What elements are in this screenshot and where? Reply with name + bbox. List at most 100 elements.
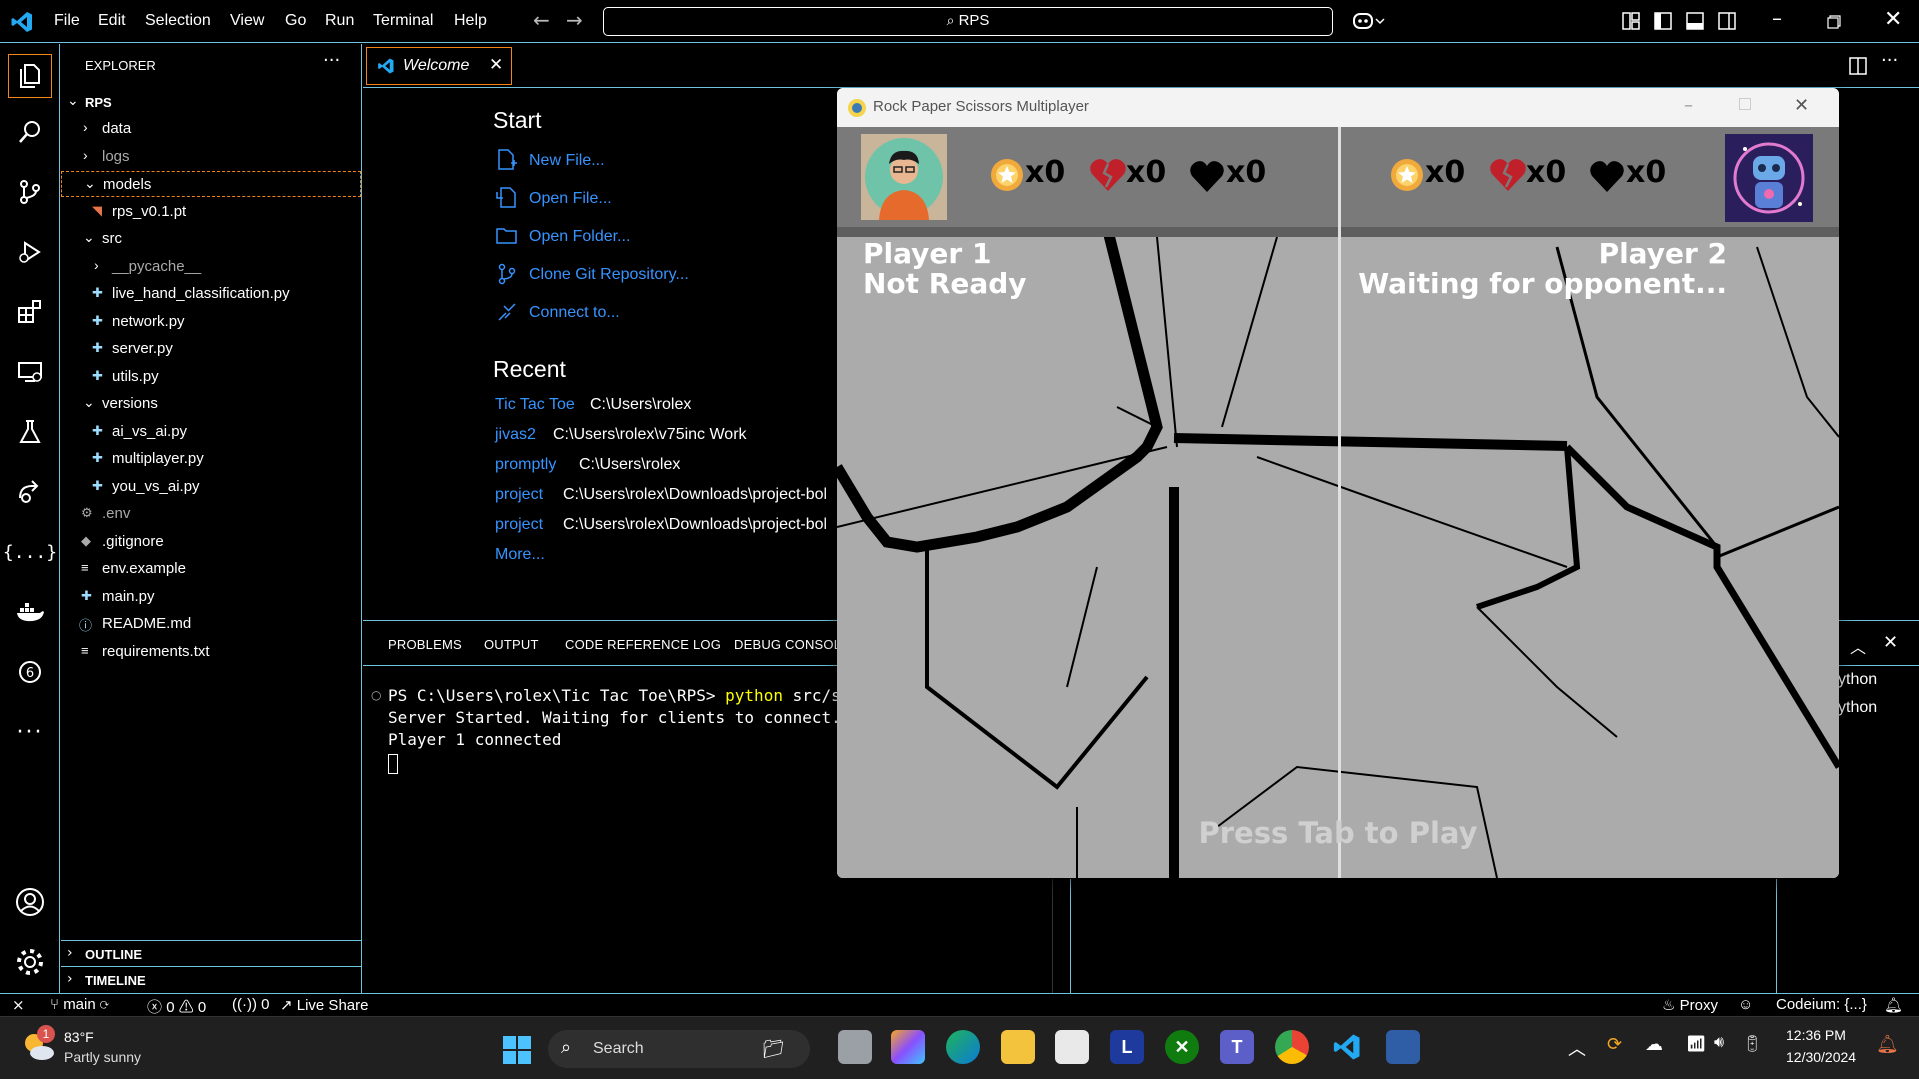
tab-problems[interactable]: PROBLEMS: [388, 637, 462, 652]
accounts-icon[interactable]: [12, 884, 48, 920]
minimize-icon[interactable]: –: [1772, 6, 1782, 30]
source-control-icon[interactable]: [12, 174, 48, 210]
json-braces-icon[interactable]: {...}: [3, 534, 57, 570]
toggle-panel-icon[interactable]: [1686, 12, 1704, 30]
tree-item-main[interactable]: ✚ main.py: [61, 584, 361, 610]
close-tab-icon[interactable]: ✕: [489, 55, 503, 75]
notifications-bell-icon[interactable]: 🔔︎: [1884, 996, 1903, 1014]
workspace-root[interactable]: ⌄ RPS: [61, 89, 361, 115]
customize-layout-icon[interactable]: [1622, 12, 1640, 30]
outline-section[interactable]: › OUTLINE: [61, 940, 361, 966]
xbox-icon[interactable]: ✕: [1165, 1030, 1199, 1064]
tree-item-server[interactable]: ✚ server.py: [61, 336, 361, 362]
recent-item-name[interactable]: Tic Tac Toe: [495, 396, 575, 414]
tree-item-src[interactable]: ⌄ src: [61, 226, 361, 252]
volume-icon[interactable]: 🔊︎: [1714, 1034, 1724, 1052]
settings-gear-icon[interactable]: [12, 944, 48, 980]
menu-terminal[interactable]: Terminal: [373, 12, 433, 30]
game-close-icon[interactable]: ✕: [1794, 95, 1809, 116]
close-panel-icon[interactable]: ✕: [1883, 632, 1898, 653]
restore-icon[interactable]: [1827, 15, 1841, 29]
search-activity-icon[interactable]: [12, 114, 48, 150]
clock-date[interactable]: 12/30/2024: [1786, 1049, 1856, 1065]
tree-item-multiplayer[interactable]: ✚ multiplayer.py: [61, 446, 361, 472]
ports-indicator[interactable]: ((·)) 0: [232, 996, 270, 1013]
menu-file[interactable]: File: [54, 12, 80, 30]
copilot-status-icon[interactable]: ☺: [1738, 996, 1753, 1013]
recent-item-name[interactable]: jivas2: [495, 426, 536, 444]
menu-go[interactable]: Go: [285, 12, 306, 30]
menu-help[interactable]: Help: [454, 12, 487, 30]
new-file-link[interactable]: New File...: [529, 152, 605, 170]
vscode-taskbar-icon[interactable]: [1330, 1030, 1364, 1064]
tree-item-versions[interactable]: ⌄ versions: [61, 391, 361, 417]
recent-more-link[interactable]: More...: [495, 546, 545, 564]
edge-browser-icon[interactable]: [946, 1030, 980, 1064]
tree-item-network[interactable]: ✚ network.py: [61, 309, 361, 335]
codeium-icon[interactable]: 6: [12, 654, 48, 690]
tab-welcome[interactable]: Welcome ✕: [366, 47, 512, 85]
tree-item-models[interactable]: ⌄ models: [61, 171, 361, 197]
testing-flask-icon[interactable]: [12, 414, 48, 450]
recent-item-name[interactable]: project: [495, 486, 543, 504]
tree-item-logs[interactable]: › logs: [61, 144, 361, 170]
tab-output[interactable]: OUTPUT: [484, 637, 539, 652]
codeium-status[interactable]: Codeium: {...}: [1776, 996, 1867, 1013]
timeline-section[interactable]: › TIMELINE: [61, 966, 361, 992]
more-views-icon[interactable]: ···: [12, 714, 48, 750]
connect-to-link[interactable]: Connect to...: [529, 304, 620, 322]
tab-debug-console[interactable]: DEBUG CONSOLE: [734, 637, 850, 652]
l-app-icon[interactable]: L: [1110, 1030, 1144, 1064]
close-window-icon[interactable]: ✕: [1884, 7, 1902, 32]
terminal-list-item[interactable]: ython: [1838, 699, 1877, 717]
forward-arrow-icon[interactable]: →: [566, 8, 583, 32]
weather-widget[interactable]: 1: [20, 1025, 60, 1065]
proxy-indicator[interactable]: ♨ Proxy: [1662, 996, 1718, 1014]
microsoft-store-icon[interactable]: [1055, 1030, 1089, 1064]
split-editor-icon[interactable]: [1849, 57, 1867, 75]
terminal-cursor[interactable]: [388, 754, 398, 774]
teams-icon[interactable]: T: [1220, 1030, 1254, 1064]
battery-icon[interactable]: 🔋︎: [1742, 1034, 1762, 1054]
tree-item-rps-model[interactable]: ◥ rps_v0.1.pt: [61, 199, 361, 225]
explorer-more-actions-icon[interactable]: ···: [323, 50, 340, 71]
show-hidden-icons-chevron-icon[interactable]: ︿: [1568, 1035, 1586, 1061]
problems-indicator[interactable]: ⓧ 0 ⚠ 0: [147, 996, 206, 1017]
editor-more-actions-icon[interactable]: ···: [1881, 50, 1898, 71]
tree-item-data[interactable]: › data: [61, 116, 361, 142]
tree-item-live-hand[interactable]: ✚ live_hand_classification.py: [61, 281, 361, 307]
copilot-app-icon[interactable]: [891, 1030, 925, 1064]
notification-bell-icon[interactable]: 🔔︎: [1876, 1034, 1899, 1055]
tree-item-ai-vs-ai[interactable]: ✚ ai_vs_ai.py: [61, 419, 361, 445]
sync-tray-icon[interactable]: ⟳: [1607, 1034, 1622, 1055]
menu-view[interactable]: View: [230, 12, 264, 30]
tree-item-env[interactable]: ⚙ .env: [61, 501, 361, 527]
taskbar-search-box[interactable]: ⌕ Search 📁︎: [548, 1030, 810, 1068]
open-folder-link[interactable]: Open Folder...: [529, 228, 630, 246]
live-share-activity-icon[interactable]: [12, 474, 48, 510]
python-app-icon[interactable]: [1386, 1030, 1420, 1064]
chrome-icon[interactable]: [1275, 1030, 1309, 1064]
back-arrow-icon[interactable]: ←: [533, 8, 550, 32]
clock-time[interactable]: 12:36 PM: [1786, 1027, 1846, 1043]
clone-git-link[interactable]: Clone Git Repository...: [529, 266, 689, 284]
docker-icon[interactable]: [12, 594, 48, 630]
tree-item-requirements[interactable]: ≡ requirements.txt: [61, 639, 361, 665]
branch-indicator[interactable]: ⑂ main ⟳: [50, 996, 109, 1013]
menu-edit[interactable]: Edit: [98, 12, 126, 30]
extensions-icon[interactable]: [12, 294, 48, 330]
tree-item-gitignore[interactable]: ◆ .gitignore: [61, 529, 361, 555]
copilot-icon[interactable]: [1352, 11, 1386, 31]
file-explorer-icon[interactable]: [1001, 1030, 1035, 1064]
game-canvas[interactable]: x0 x0 x0 x0 x0 x0 Player 1 Not Ready Pla…: [837, 127, 1839, 878]
command-center-search[interactable]: ⌕ RPS: [603, 7, 1333, 36]
remote-explorer-icon[interactable]: [12, 354, 48, 390]
tree-item-env-example[interactable]: ≡ env.example: [61, 556, 361, 582]
explorer-icon[interactable]: [8, 54, 52, 98]
menu-run[interactable]: Run: [325, 12, 354, 30]
recent-item-name[interactable]: promptly: [495, 456, 556, 474]
live-share-button[interactable]: ↗ Live Share: [280, 996, 368, 1014]
task-view-icon[interactable]: [838, 1030, 872, 1064]
maximize-panel-icon[interactable]: ︿: [1850, 634, 1866, 658]
menu-selection[interactable]: Selection: [145, 12, 211, 30]
